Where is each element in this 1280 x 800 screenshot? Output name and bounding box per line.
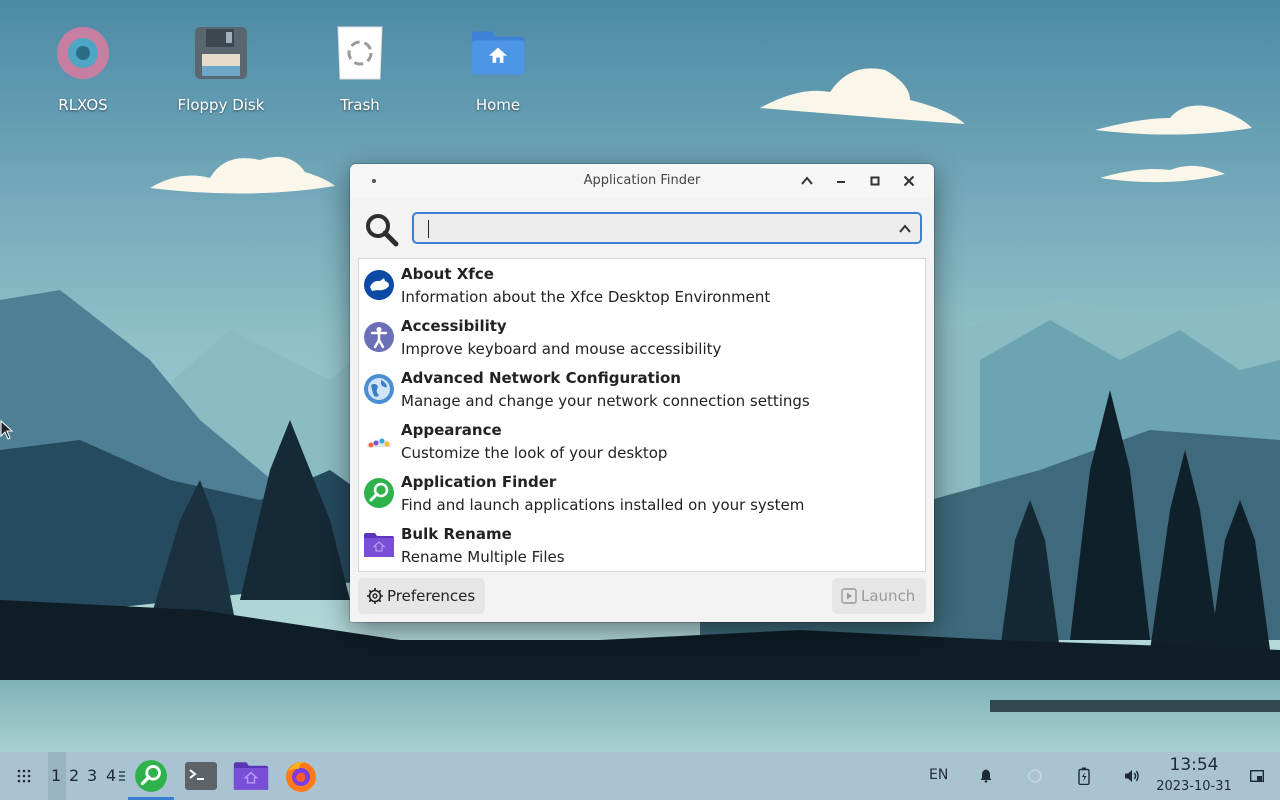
- xfce-mouse-icon: [364, 270, 394, 300]
- workspace-1[interactable]: 1: [51, 766, 61, 785]
- desktop-icon-home[interactable]: Home: [443, 24, 553, 114]
- app-description: Find and launch applications installed o…: [401, 496, 805, 514]
- speaker-icon: [1125, 770, 1139, 782]
- launch-button[interactable]: Launch: [832, 578, 926, 614]
- list-item-about-xfce[interactable]: About Xfce Information about the Xfce De…: [359, 259, 925, 311]
- show-desktop-button[interactable]: [1247, 766, 1267, 786]
- app-name: Accessibility: [401, 317, 507, 335]
- app-name: Bulk Rename: [401, 525, 512, 543]
- search-field[interactable]: [412, 212, 922, 244]
- workspace-handle-icon[interactable]: [119, 771, 125, 783]
- taskbar-terminal[interactable]: [180, 752, 222, 800]
- battery-charging-icon: [1078, 767, 1090, 785]
- clock-time[interactable]: 13:54: [1150, 755, 1238, 775]
- app-grid-icon: [17, 769, 31, 783]
- workspace-3[interactable]: 3: [87, 766, 97, 785]
- appearance-icon: [367, 438, 391, 448]
- rlxos-disc-icon: [55, 24, 111, 82]
- search-input[interactable]: [424, 217, 878, 241]
- minimize-icon: [837, 181, 845, 183]
- network-globe-icon: [364, 374, 394, 404]
- battery-status[interactable]: [1074, 766, 1094, 786]
- taskbar: 1 2 3 4 EN 13:54 2023-10-31: [0, 752, 1280, 800]
- bulk-rename-folder-icon: [364, 533, 394, 557]
- list-item-bulk-rename[interactable]: Bulk Rename Rename Multiple Files: [359, 519, 925, 571]
- text-cursor: [428, 220, 429, 238]
- app-name: Application Finder: [401, 473, 557, 491]
- keyboard-layout-indicator[interactable]: EN: [929, 767, 948, 783]
- titlebar[interactable]: Application Finder: [350, 164, 934, 198]
- app-name: About Xfce: [401, 265, 494, 283]
- chevron-up-icon: [801, 176, 813, 185]
- collapse-button[interactable]: [797, 171, 817, 191]
- app-name: Appearance: [401, 421, 502, 439]
- folder-icon: [233, 762, 269, 790]
- desktop-icon-label: Home: [475, 96, 521, 114]
- maximize-icon: [870, 176, 880, 186]
- bottom-bar: Preferences Launch: [350, 572, 934, 622]
- desktop-icon-label: Floppy Disk: [177, 96, 265, 114]
- app-description: Customize the look of your desktop: [401, 444, 668, 462]
- workspace-2[interactable]: 2: [69, 766, 79, 785]
- desktop: RLXOS Floppy Disk Trash Home Application…: [0, 0, 1280, 752]
- terminal-icon: [185, 762, 217, 790]
- launch-icon: [841, 588, 857, 604]
- firefox-icon: [286, 761, 316, 792]
- network-status[interactable]: [1025, 766, 1045, 786]
- desktop-icon-label: RLXOS: [58, 96, 108, 114]
- close-button[interactable]: [899, 171, 919, 191]
- trash-icon: [332, 24, 388, 82]
- list-item-appearance[interactable]: Appearance Customize the look of your de…: [359, 415, 925, 467]
- taskbar-file-manager[interactable]: [229, 752, 273, 800]
- accessibility-icon: [364, 322, 394, 352]
- app-name: Advanced Network Configuration: [401, 369, 681, 387]
- app-description: Rename Multiple Files: [401, 548, 565, 566]
- application-list: About Xfce Information about the Xfce De…: [358, 258, 926, 572]
- maximize-button[interactable]: [865, 171, 885, 191]
- preferences-button[interactable]: Preferences: [358, 578, 486, 614]
- desktop-icon-trash[interactable]: Trash: [305, 24, 415, 114]
- workspace-4[interactable]: 4: [106, 766, 116, 785]
- app-description: Manage and change your network connectio…: [401, 392, 810, 410]
- list-item-advanced-network-configuration[interactable]: Advanced Network Configuration Manage an…: [359, 363, 925, 415]
- mouse-pointer-icon: [0, 420, 14, 440]
- search-row: [350, 204, 934, 258]
- preferences-label: Preferences: [387, 587, 476, 605]
- desktop-icon-floppy-disk[interactable]: Floppy Disk: [166, 24, 276, 114]
- app-finder-icon: [364, 478, 394, 508]
- list-item-accessibility[interactable]: Accessibility Improve keyboard and mouse…: [359, 311, 925, 363]
- notifications-button[interactable]: [976, 766, 996, 786]
- app-finder-icon: [135, 760, 167, 792]
- volume-control[interactable]: [1122, 766, 1142, 786]
- close-icon: [903, 175, 915, 187]
- gear-icon: [367, 588, 383, 604]
- launch-label: Launch: [861, 587, 916, 605]
- search-icon: [366, 214, 399, 247]
- clock-date[interactable]: 2023-10-31: [1150, 779, 1238, 794]
- network-busy-icon: [1028, 769, 1042, 783]
- bell-icon: [980, 769, 992, 783]
- chevron-up-icon[interactable]: [898, 222, 912, 236]
- app-description: Information about the Xfce Desktop Envir…: [401, 288, 771, 306]
- app-description: Improve keyboard and mouse accessibility: [401, 340, 722, 358]
- minimize-button[interactable]: [831, 171, 851, 191]
- taskbar-firefox[interactable]: [280, 752, 322, 800]
- app-finder-window: Application Finder About Xfce Informatio…: [350, 164, 934, 622]
- show-desktop-icon: [1250, 770, 1264, 782]
- home-folder-icon: [470, 24, 526, 82]
- list-item-application-finder[interactable]: Application Finder Find and launch appli…: [359, 467, 925, 519]
- app-menu-button[interactable]: [14, 766, 34, 786]
- desktop-icon-label: Trash: [340, 96, 380, 114]
- taskbar-app-finder[interactable]: [128, 752, 174, 800]
- desktop-icon-rlxos[interactable]: RLXOS: [28, 24, 138, 114]
- floppy-disk-icon: [193, 24, 249, 82]
